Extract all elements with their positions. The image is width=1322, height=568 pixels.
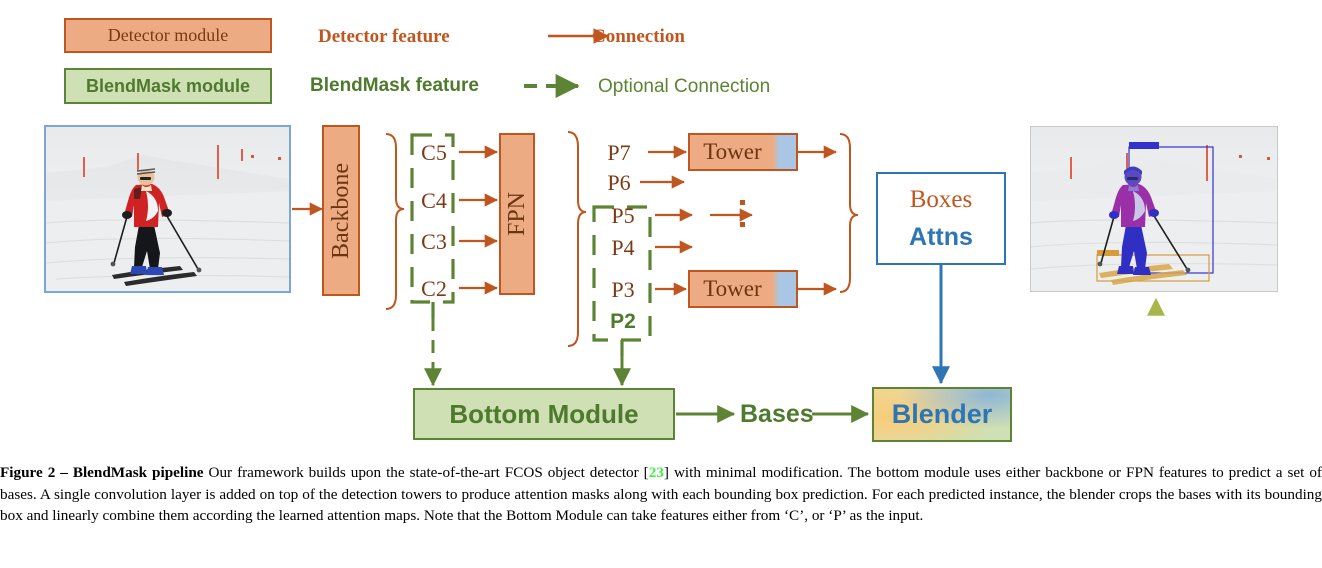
backbone-block[interactable]: Backbone [322,125,360,296]
level-label-p4: P4 [611,235,635,260]
bottom-module-block[interactable]: Bottom Module [413,388,675,440]
brace-p-group [567,131,587,347]
bottom-module-label: Bottom Module [449,398,639,429]
level-label-p6: P6 [607,170,631,195]
legend-detector-module-label: Detector module [107,25,229,45]
fpn-label: FPN [503,191,530,237]
tower-top-label: Tower [703,139,762,164]
bases-label: Bases [740,400,814,428]
tower-bottom-label: Tower [703,276,762,301]
backbone-label: Backbone [327,162,354,259]
legend-detector-feature-label: Detector feature [318,26,450,47]
boxes-label: Boxes [909,186,973,213]
figure-canvas: Detector module BlendMask module Detecto… [0,0,1322,460]
level-label-p5: P5 [611,203,635,228]
legend-detector-module-swatch: Detector module [64,18,272,53]
fpn-block[interactable]: FPN [499,133,535,295]
brace-c-group [385,133,405,310]
blender-block[interactable]: Blender [872,387,1012,442]
caption-figure-label: Figure 2 – [0,464,73,481]
legend-optional-connection-label: Optional Connection [598,76,771,97]
vertical-ellipsis [737,200,747,232]
legend-connection-label: Connection [592,26,685,47]
tower-bottom-block[interactable]: Tower [688,270,798,308]
brace-head-outputs [839,133,859,293]
blender-label: Blender [891,399,993,429]
tower-top-block[interactable]: Tower [688,133,798,171]
level-label-p3: P3 [611,277,635,302]
legend-blendmask-module-swatch: BlendMask module [64,68,272,104]
level-label-p2: P2 [610,310,636,333]
caption-citation[interactable]: 23 [649,464,664,481]
attns-label: Attns [909,222,973,251]
level-label-c4: C4 [421,188,447,213]
level-label-c2: C2 [421,276,447,301]
level-label-c3: C3 [421,229,447,254]
legend-blendmask-feature-label: BlendMask feature [310,75,479,96]
boxes-attns-block[interactable]: Boxes Attns [876,172,1006,265]
caption-text-before-citation: Our framework builds upon the state-of-t… [203,464,649,481]
figure-caption: Figure 2 – BlendMask pipeline Our framew… [0,462,1322,527]
level-label-c5: C5 [421,140,447,165]
caption-figure-title: BlendMask pipeline [72,464,204,481]
level-label-p7: P7 [607,140,631,165]
legend-blendmask-module-label: BlendMask module [85,75,251,96]
